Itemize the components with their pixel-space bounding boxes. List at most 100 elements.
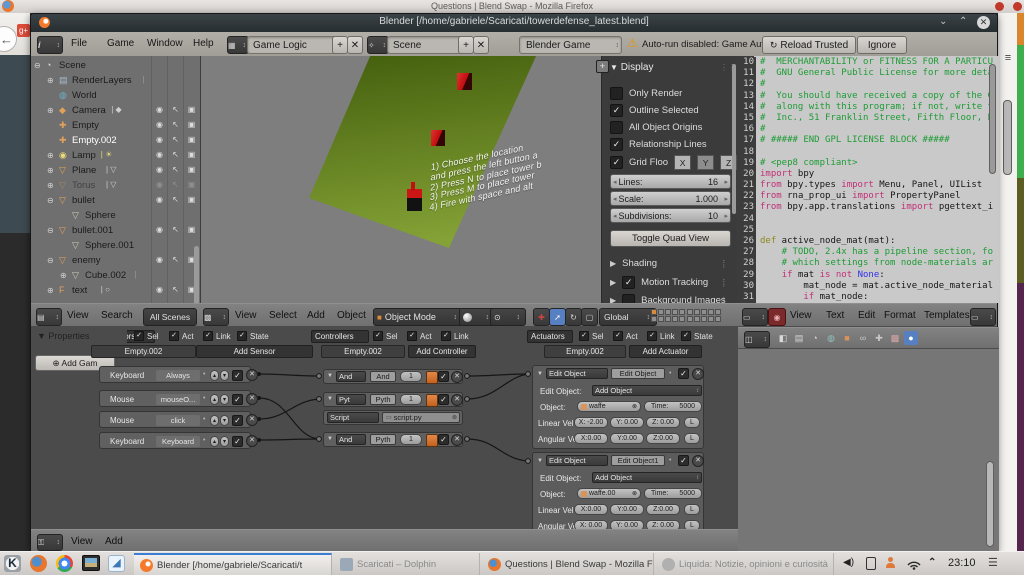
layer-cell[interactable] <box>658 316 664 322</box>
sensor-enable-toggle[interactable]: ✓ <box>232 436 243 447</box>
editor-type-icon[interactable]: i↕ <box>37 36 63 54</box>
layer-cell[interactable] <box>701 316 707 322</box>
sensor-block-2[interactable]: Mouseclick•▴▾✓✕ <box>99 411 251 428</box>
npanel-scrollbar[interactable] <box>732 64 736 214</box>
actuator-block-0[interactable]: ▼Edit ObjectEdit Object•✓✕Edit Object:Ad… <box>532 365 704 449</box>
render-toggle-icon[interactable]: ▣ <box>185 165 198 174</box>
render-toggle-icon[interactable]: ▣ <box>185 135 198 144</box>
tree-row-empty[interactable]: ✚Empty◉↖▣ <box>31 119 201 134</box>
clock[interactable]: 23:10 <box>948 557 976 569</box>
tree-label[interactable]: bullet.001 <box>72 225 113 236</box>
sensors-object-label[interactable]: Empty.002 <box>91 345 196 358</box>
sensor-delete-button[interactable]: ✕ <box>246 393 258 405</box>
tree-row-empty-002[interactable]: ✚Empty.002◉↖▣ <box>31 134 201 149</box>
viewport-menu-object[interactable]: Object <box>337 310 366 321</box>
controller-delete-button[interactable]: ✕ <box>451 434 463 446</box>
layer-cell[interactable] <box>715 309 721 315</box>
inc-arrow-icon[interactable]: ▸ <box>724 178 728 186</box>
tree-row-sphere[interactable]: ▽Sphere <box>31 209 201 224</box>
controller-enable-toggle[interactable]: ✓ <box>438 434 449 445</box>
checkbox-icon[interactable]: ✓ <box>681 331 691 341</box>
eye-toggle-icon[interactable]: ◉ <box>153 120 166 129</box>
select-toggle-icon[interactable]: ↖ <box>169 180 182 189</box>
npanel-check-relationship-lines[interactable]: ✓Relationship Lines <box>610 138 707 151</box>
expand-arrow-icon[interactable]: ▶ <box>610 278 616 287</box>
checkbox-icon[interactable]: ✓ <box>647 331 657 341</box>
scene-selector-icon[interactable]: ✧↕ <box>367 36 389 54</box>
pin-icon[interactable]: • <box>203 395 205 402</box>
tree-row-bullet-001[interactable]: ⊖▽bullet.001◉↖▣ <box>31 224 201 239</box>
sensors-check-link[interactable]: ✓Link <box>203 331 231 341</box>
moveup-button[interactable]: ▴ <box>210 436 219 447</box>
screenshot-tool-icon[interactable] <box>82 555 100 571</box>
manipulator-translate-icon[interactable]: ➚ <box>549 308 566 326</box>
firefox-scrollbar[interactable] <box>1003 100 1012 175</box>
linear-z-field[interactable]: Z: 0.00 <box>646 417 680 428</box>
tree-label[interactable]: Scene <box>59 60 86 71</box>
texteditor-menu-format[interactable]: Format <box>884 310 916 321</box>
sensors-check-state[interactable]: ✓State <box>237 331 269 341</box>
properties-panel-header[interactable]: ▼ Properties <box>37 331 89 341</box>
render-toggle-icon[interactable]: ▣ <box>185 195 198 204</box>
pin-icon[interactable]: • <box>669 457 671 464</box>
actuators-check-link[interactable]: ✓Link <box>647 331 675 341</box>
angular-local-button[interactable]: L <box>684 433 700 444</box>
linear-local-button[interactable]: L <box>684 417 700 428</box>
checkbox-icon[interactable]: ✓ <box>610 104 623 117</box>
close-icon[interactable]: ✕ <box>977 16 990 29</box>
select-toggle-icon[interactable]: ↖ <box>169 195 182 204</box>
angular-z-field[interactable]: Z:0.00 <box>646 433 680 444</box>
add-panel-plus-icon[interactable]: + <box>596 60 609 73</box>
firefox-close-icon[interactable] <box>995 2 1004 11</box>
logic-menu-view[interactable]: View <box>71 536 93 547</box>
npanel-field-lines[interactable]: ◂Lines:16▸ <box>610 174 731 189</box>
layer-cell[interactable] <box>672 309 678 315</box>
edit-object-mode-dropdown[interactable]: Add Object↕ <box>592 385 702 396</box>
tree-row-sphere-001[interactable]: ▽Sphere.001 <box>31 239 201 254</box>
logic-menu-add[interactable]: Add <box>105 536 123 547</box>
layer-cell[interactable] <box>658 309 664 315</box>
maximize-icon[interactable]: ⌃ <box>959 16 967 27</box>
checkbox-icon[interactable]: ✓ <box>373 331 383 341</box>
tree-row-renderlayers[interactable]: ⊕▤RenderLayers| <box>31 74 201 89</box>
angular-x-field[interactable]: X:0.00 <box>574 433 608 444</box>
linear-y-field[interactable]: Y: 0.00 <box>610 417 644 428</box>
expand-arrow-icon[interactable]: ▶ <box>610 296 616 303</box>
movedown-button[interactable]: ▾ <box>220 394 229 405</box>
actuator-enable-toggle[interactable]: ✓ <box>678 368 689 379</box>
sensors-check-act[interactable]: ✓Act <box>169 331 194 341</box>
checkbox-icon[interactable]: ✓ <box>622 276 635 289</box>
controller-enable-toggle[interactable]: ✓ <box>438 394 449 405</box>
sensor-block-1[interactable]: MousemouseO...•▴▾✓✕ <box>99 390 251 407</box>
user-status-icon[interactable] <box>886 557 895 570</box>
controller-type-dropdown[interactable]: Pyt <box>336 394 366 405</box>
tree-label[interactable]: Torus <box>72 180 95 191</box>
npanel-check-outline-selected[interactable]: ✓Outline Selected <box>610 104 699 117</box>
text-editor-scrollbar[interactable] <box>989 64 996 174</box>
tree-label[interactable]: Empty.002 <box>72 135 117 146</box>
npanel-check-all-object-origins[interactable]: All Object Origins <box>610 121 702 134</box>
chrome-launcher-icon[interactable] <box>56 555 73 572</box>
texteditor-menu-templates[interactable]: Templates <box>924 310 970 321</box>
clipboard-icon[interactable] <box>866 557 876 570</box>
texture-tab-icon[interactable]: ▩ <box>888 331 902 345</box>
moveup-button[interactable]: ▴ <box>210 370 219 381</box>
render-layers-tab-icon[interactable]: ▤ <box>792 331 806 345</box>
moveup-button[interactable]: ▴ <box>210 394 219 405</box>
linear-x-field[interactable]: X:0.00 <box>574 504 608 515</box>
data-tab-icon[interactable]: ✚ <box>872 331 886 345</box>
checkbox-icon[interactable]: ✓ <box>407 331 417 341</box>
add-sensor-dropdown[interactable]: Add Sensor <box>196 345 313 358</box>
controller-script-row[interactable]: Script▭script.py⊗ <box>323 410 463 425</box>
angular-y-field[interactable]: Y:0.00 <box>610 433 644 444</box>
pin-icon[interactable]: • <box>203 416 205 423</box>
time-field[interactable]: Time:5000 <box>644 488 702 499</box>
tree-label[interactable]: bullet <box>72 195 95 206</box>
firefox-launcher-icon[interactable] <box>30 555 47 572</box>
select-toggle-icon[interactable]: ↖ <box>169 165 182 174</box>
minimize-icon[interactable]: ⌄ <box>939 16 947 27</box>
controller-type-dropdown[interactable]: And <box>336 434 366 445</box>
tree-row-bullet[interactable]: ⊖▽bullet◉↖▣ <box>31 194 201 209</box>
taskbar-hamburger-icon[interactable]: ☰ <box>988 556 998 569</box>
viewport-editor-icon[interactable]: ▩↕ <box>203 308 229 326</box>
